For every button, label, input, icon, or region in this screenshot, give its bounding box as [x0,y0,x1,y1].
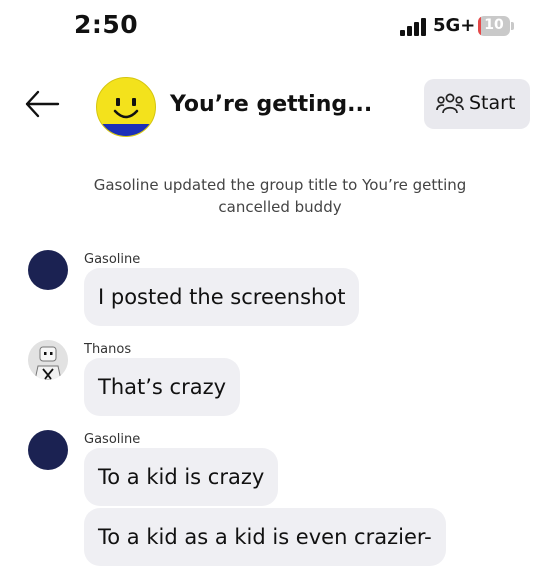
message-bubble[interactable]: I posted the screenshot [84,268,360,326]
system-message: Gasoline updated the group title to You’… [93,176,467,216]
group-title[interactable]: You’re getting... [170,92,372,117]
network-type: 5G+ [433,15,476,36]
battery-icon: 10 [478,16,510,36]
avatar-gasoline[interactable] [28,250,68,290]
arrow-left-icon [25,90,60,118]
group-avatar[interactable] [96,77,156,137]
avatar-shirt [97,124,155,136]
avatar-gasoline[interactable] [28,430,68,470]
robot-avatar-icon [28,340,68,380]
start-call-button[interactable]: Start [424,79,530,129]
battery-tip [511,22,514,30]
cellular-signal-icon [400,18,428,36]
message-sender: Thanos [84,342,132,357]
battery-level: 10 [484,17,504,33]
message-bubble[interactable]: That’s crazy [84,358,241,416]
start-label: Start [469,92,516,114]
message-bubble[interactable]: To a kid is crazy [84,448,279,506]
back-button[interactable] [24,90,60,118]
people-group-icon [436,93,464,114]
message-sender: Gasoline [84,252,141,267]
message-bubble[interactable]: To a kid as a kid is even crazier- [84,508,446,566]
message-sender: Gasoline [84,432,141,447]
chat-header: You’re getting... Start [0,70,560,142]
status-time: 2:50 [74,10,139,39]
status-bar: 2:50 5G+ 10 [0,0,560,56]
avatar-thanos[interactable] [28,340,68,380]
